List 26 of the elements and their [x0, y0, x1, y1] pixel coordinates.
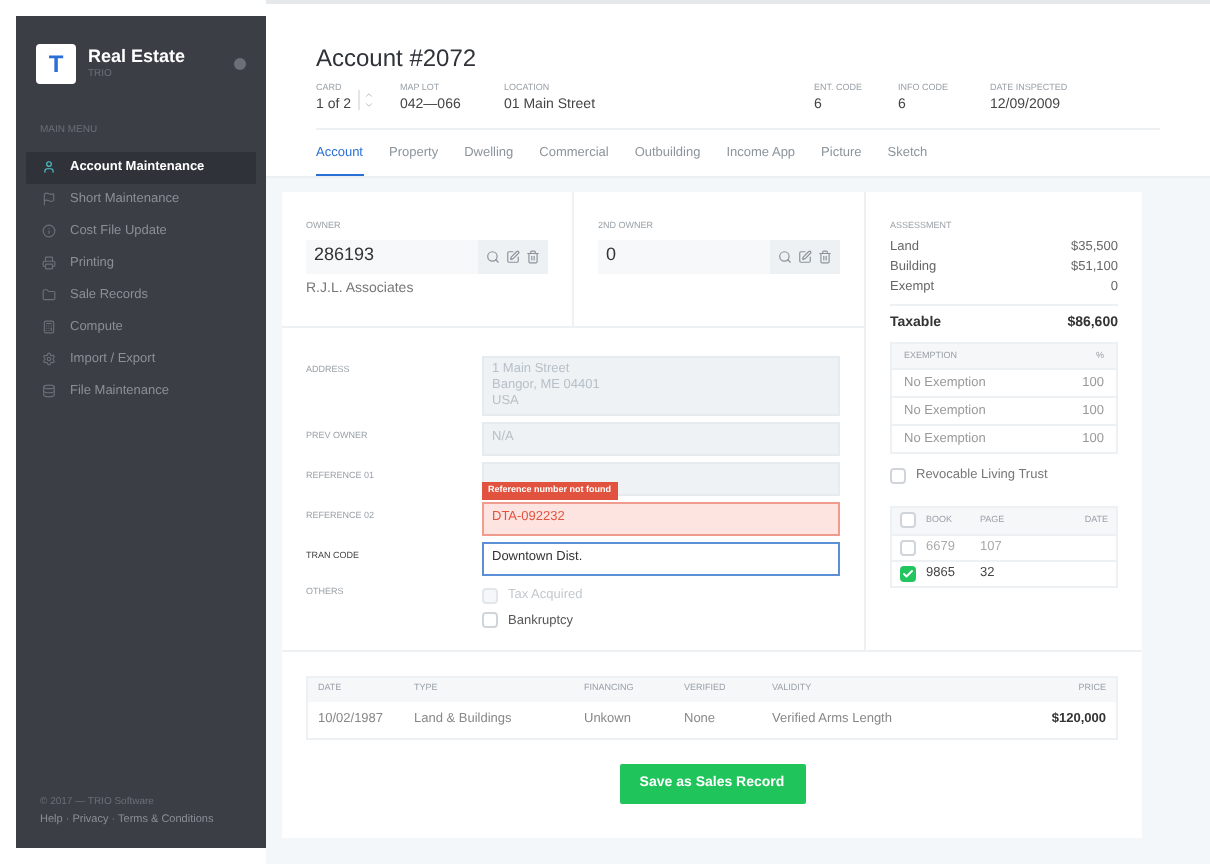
- checkbox[interactable]: [482, 612, 498, 629]
- calculator-icon: [42, 320, 56, 334]
- checkbox[interactable]: [900, 565, 916, 582]
- owner-field[interactable]: 286193: [306, 239, 478, 273]
- app-title: Real Estate: [88, 45, 188, 68]
- chevron-up-icon[interactable]: [363, 89, 374, 100]
- gear-icon: [42, 352, 56, 366]
- edit-icon[interactable]: [798, 249, 812, 263]
- logo: T: [36, 44, 76, 84]
- page-title: Account #2072: [316, 42, 479, 76]
- owner-field[interactable]: 0: [598, 239, 770, 273]
- trash-icon[interactable]: [818, 249, 832, 263]
- folder-icon: [42, 288, 56, 302]
- info-icon: [42, 224, 56, 238]
- checkbox[interactable]: [890, 467, 906, 484]
- search-icon[interactable]: [778, 249, 792, 263]
- edit-icon[interactable]: [506, 249, 520, 263]
- trash-icon[interactable]: [526, 249, 540, 263]
- printer-icon: [42, 256, 56, 270]
- database-icon: [42, 384, 56, 398]
- user-icon: [42, 160, 56, 174]
- flag-icon: [42, 192, 56, 206]
- checkbox[interactable]: [900, 539, 916, 556]
- checkbox[interactable]: [900, 512, 916, 529]
- search-icon[interactable]: [486, 249, 500, 263]
- chevron-down-icon[interactable]: [363, 99, 374, 110]
